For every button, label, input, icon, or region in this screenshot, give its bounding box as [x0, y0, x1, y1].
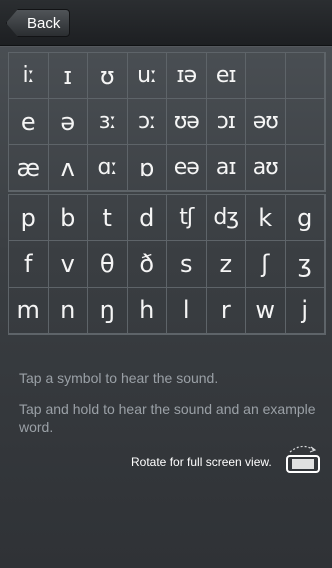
instruction-tap-hold: Tap and hold to hear the sound and an ex… — [19, 401, 316, 435]
consonant-symbol-cell[interactable]: s — [167, 241, 207, 288]
consonant-symbol-cell[interactable]: l — [167, 287, 207, 334]
consonant-symbol-cell[interactable]: f — [9, 241, 49, 288]
empty-cell — [285, 145, 325, 191]
vowel-symbol-cell[interactable]: ʊə — [167, 99, 207, 145]
consonant-symbol-cell[interactable]: j — [285, 287, 325, 334]
consonant-symbol-cell[interactable]: b — [48, 195, 88, 242]
consonant-symbol-cell[interactable]: p — [9, 195, 49, 242]
back-button[interactable]: Back — [6, 9, 71, 37]
consonant-symbol-cell[interactable]: w — [246, 287, 286, 334]
empty-cell — [285, 53, 325, 99]
consonant-symbol-cell[interactable]: m — [9, 287, 49, 334]
consonant-symbol-cell[interactable]: g — [285, 195, 325, 242]
consonant-symbol-cell[interactable]: v — [48, 241, 88, 288]
vowel-symbol-cell[interactable]: ʊ — [88, 53, 128, 99]
vowel-symbol-cell[interactable]: uː — [127, 53, 167, 99]
vowel-symbol-cell[interactable]: ɜː — [88, 99, 128, 145]
vowel-symbol-cell[interactable]: əʊ — [246, 99, 286, 145]
consonant-symbol-cell[interactable]: ʒ — [285, 241, 325, 288]
consonant-symbol-cell[interactable]: r — [206, 287, 246, 334]
consonant-symbol-cell[interactable]: ð — [127, 241, 167, 288]
vowel-symbol-cell[interactable]: ɒ — [127, 145, 167, 191]
vowel-symbol-cell[interactable]: eə — [167, 145, 207, 191]
back-button-label[interactable]: Back — [6, 9, 71, 37]
vowel-symbol-cell[interactable]: aɪ — [206, 145, 246, 191]
consonant-symbol-cell[interactable]: h — [127, 287, 167, 334]
vowel-symbol-cell[interactable]: ʌ — [48, 145, 88, 191]
consonant-symbol-cell[interactable]: t — [88, 195, 128, 242]
vowel-symbol-cell[interactable]: ɔɪ — [206, 99, 246, 145]
vowel-symbol-cell[interactable]: æ — [9, 145, 49, 191]
vowel-symbol-cell[interactable]: ɔː — [127, 99, 167, 145]
vowel-symbol-cell[interactable]: e — [9, 99, 49, 145]
consonant-symbol-cell[interactable]: d — [127, 195, 167, 242]
vowel-symbol-cell[interactable]: aʊ — [246, 145, 286, 191]
consonant-symbol-cell[interactable]: θ — [88, 241, 128, 288]
vowel-symbol-cell[interactable]: eɪ — [206, 53, 246, 99]
consonant-symbol-cell[interactable]: z — [206, 241, 246, 288]
navigation-bar: Back — [0, 0, 332, 46]
consonant-chart: p b t d tʃ dʒ k g f v θ ð s z ʃ ʒ m n ŋ h l r w j — [8, 194, 326, 335]
consonant-symbol-cell[interactable]: k — [246, 195, 286, 242]
consonant-symbol-cell[interactable]: ʃ — [246, 241, 286, 288]
rotate-device-icon — [286, 445, 320, 473]
vowel-symbol-cell[interactable]: ɑː — [88, 145, 128, 191]
consonant-symbol-cell[interactable]: n — [48, 287, 88, 334]
vowel-symbol-cell[interactable]: ɪə — [167, 53, 207, 99]
vowel-chart: iː ɪ ʊ uː ɪə eɪ e ə ɜː ɔː ʊə ɔɪ əʊ æ ʌ ɑː ɒ eə aɪ aʊ — [8, 52, 326, 192]
vowel-symbol-cell[interactable]: ɪ — [48, 53, 88, 99]
rotate-hint: Rotate for full screen view. — [131, 455, 272, 469]
vowel-symbol-cell[interactable]: ə — [48, 99, 88, 145]
consonant-symbol-cell[interactable]: dʒ — [206, 195, 246, 242]
instruction-tap: Tap a symbol to hear the sound. — [19, 370, 219, 386]
empty-cell — [246, 53, 286, 99]
empty-cell — [285, 99, 325, 145]
consonant-symbol-cell[interactable]: ŋ — [88, 287, 128, 334]
consonant-symbol-cell[interactable]: tʃ — [167, 195, 207, 242]
vowel-symbol-cell[interactable]: iː — [9, 53, 49, 99]
